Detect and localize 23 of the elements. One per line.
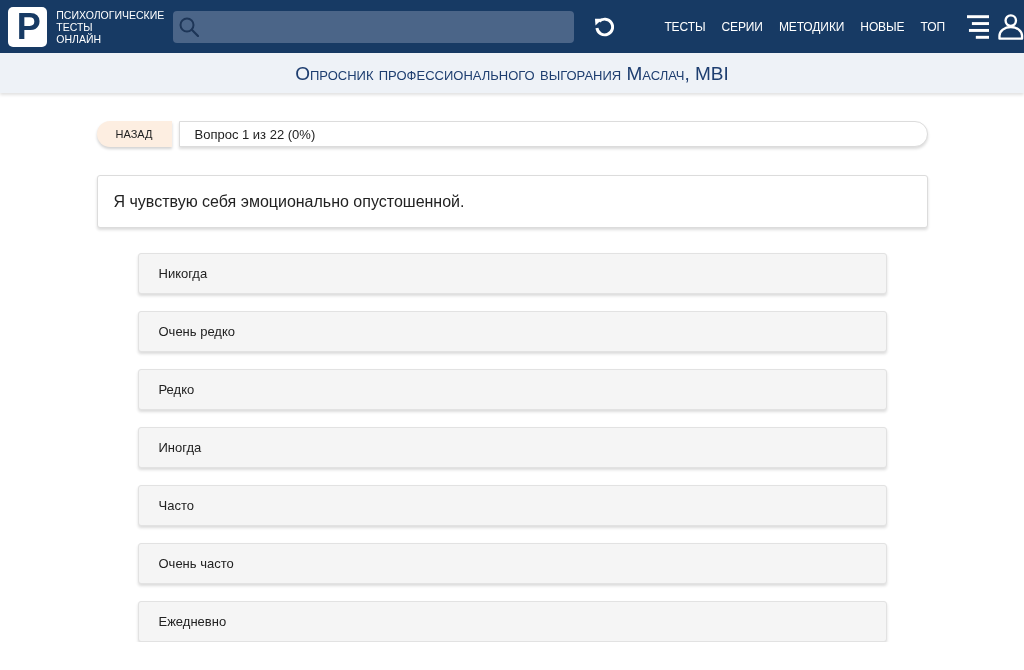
menu-icon[interactable] bbox=[965, 14, 990, 39]
nav-link[interactable]: ТОП bbox=[920, 20, 945, 33]
answer-option[interactable]: Ежедневно bbox=[137, 601, 887, 642]
progress-text: Вопрос 1 из 22 (0%) bbox=[194, 127, 316, 141]
answer-option[interactable]: Редко bbox=[137, 369, 887, 410]
search-field[interactable] bbox=[173, 10, 574, 43]
answer-option[interactable]: Очень редко bbox=[137, 311, 887, 352]
answer-option[interactable]: Иногда bbox=[137, 427, 887, 468]
page-title: Опросник профессионального выгорания Маслач, MBI bbox=[295, 63, 729, 83]
logo-mark[interactable]: P bbox=[8, 6, 48, 47]
logo-text: ПСИХОЛОГИЧЕСКИЕ ТЕСТЫ ОНЛАЙН bbox=[56, 8, 166, 45]
user-icon[interactable] bbox=[998, 13, 1024, 40]
nav-link[interactable]: НОВЫЕ bbox=[860, 20, 905, 33]
nav-link[interactable]: МЕТОДИКИ bbox=[778, 20, 845, 33]
answer-option[interactable]: Никогда bbox=[137, 253, 887, 294]
search-icon bbox=[179, 16, 200, 37]
answer-option[interactable]: Часто bbox=[137, 485, 887, 526]
nav-link[interactable]: СЕРИИ bbox=[721, 20, 763, 33]
nav-link[interactable]: ТЕСТЫ bbox=[664, 20, 706, 33]
refresh-icon[interactable] bbox=[593, 16, 615, 37]
back-button[interactable]: НАЗАД bbox=[96, 121, 172, 147]
question-text: Я чувствую себя эмоционально опустошенной. bbox=[113, 191, 465, 212]
answer-option[interactable]: Очень часто bbox=[137, 543, 887, 584]
